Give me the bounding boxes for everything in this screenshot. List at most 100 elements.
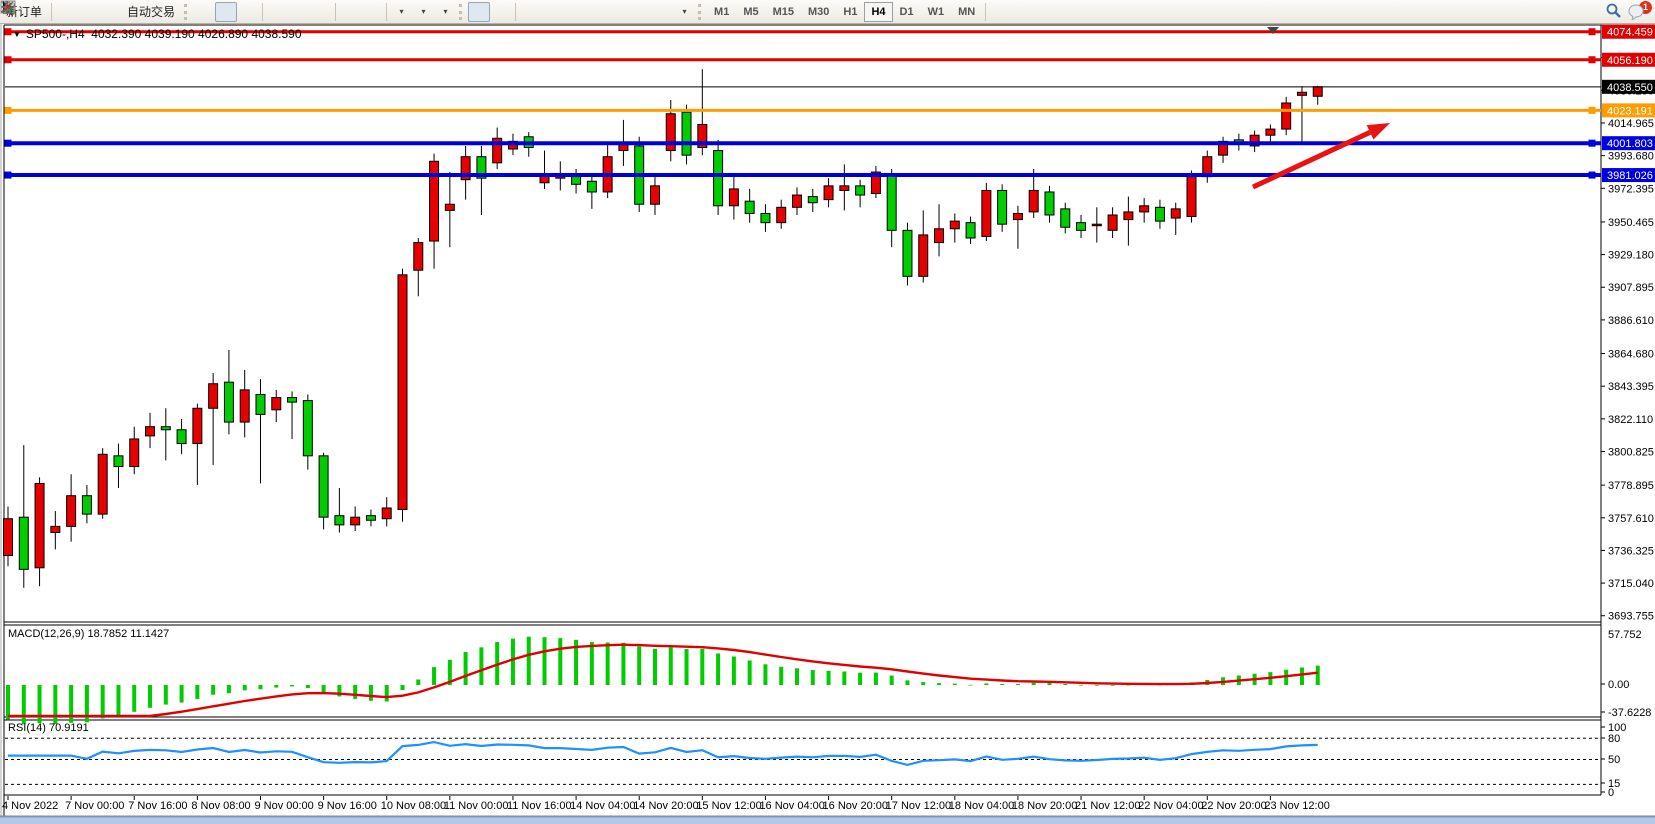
candle-body: [745, 201, 754, 213]
macd-tick-label: 57.752: [1608, 629, 1642, 641]
x-tick-label: 22 Nov 04:00: [1138, 800, 1203, 812]
macd-histogram-bar: [748, 660, 752, 685]
line-handle[interactable]: [5, 107, 12, 114]
macd-histogram-bar: [621, 643, 625, 685]
macd-histogram-bar: [543, 637, 547, 685]
toolbar-grip: [184, 4, 190, 20]
x-tick-label: 16 Nov 04:00: [759, 800, 824, 812]
tf-m5-button[interactable]: M5: [736, 2, 765, 22]
line-handle[interactable]: [1589, 28, 1596, 35]
candle-body: [1266, 129, 1275, 135]
candle-body: [146, 427, 155, 436]
zoom-in-button[interactable]: [266, 2, 288, 22]
x-tick-label: 9 Nov 00:00: [254, 800, 313, 812]
indicator-window-add-button[interactable]: [361, 2, 383, 22]
candle-body: [288, 398, 297, 403]
macd-histogram-bar: [1016, 684, 1020, 685]
profiles-button[interactable]: [77, 2, 99, 22]
line-handle[interactable]: [1589, 172, 1596, 179]
tf-mn-button[interactable]: MN: [951, 2, 982, 22]
horizontal-line-button[interactable]: [541, 2, 563, 22]
line-chart-button[interactable]: [237, 2, 259, 22]
chart-title: ▼ SP500-,H4 4032.390 4039.190 4026.890 4…: [13, 27, 302, 41]
crosshair-button[interactable]: [490, 2, 512, 22]
fibonacci-button[interactable]: F: [607, 2, 629, 22]
tf-m30-button[interactable]: M30: [801, 2, 836, 22]
macd-histogram-bar: [811, 670, 815, 685]
tf-m15-button[interactable]: M15: [766, 2, 801, 22]
candle-body: [303, 401, 312, 456]
line-handle[interactable]: [1589, 140, 1596, 147]
macd-histogram-bar: [795, 668, 799, 685]
x-tick-label: 16 Nov 20:00: [823, 800, 888, 812]
add-indicator-button[interactable]: ▾: [390, 2, 412, 22]
indicator-window-button[interactable]: [339, 2, 361, 22]
line-handle[interactable]: [5, 172, 12, 179]
x-tick-label: 11 Nov 16:00: [507, 800, 572, 812]
tf-w1-button[interactable]: W1: [921, 2, 952, 22]
macd-histogram-bar: [22, 685, 26, 724]
vertical-line-button[interactable]: [519, 2, 541, 22]
bar-chart-button[interactable]: [193, 2, 215, 22]
candle-body: [319, 456, 328, 517]
candle-body: [903, 230, 912, 276]
candle-body: [1108, 215, 1117, 230]
arrows-tool-button[interactable]: ▾: [673, 2, 695, 22]
candle-body: [161, 427, 170, 430]
text-button[interactable]: A: [629, 2, 651, 22]
candle-body: [950, 221, 959, 229]
new-chart-button[interactable]: [55, 2, 77, 22]
periods-button[interactable]: ▾: [412, 2, 434, 22]
macd-histogram-bar: [1063, 684, 1067, 685]
chart-template-button[interactable]: ▾: [434, 2, 456, 22]
autotrading-button[interactable]: 自动交易: [121, 2, 181, 22]
y-tick-label: 3822.110: [1608, 414, 1653, 426]
line-handle[interactable]: [1589, 107, 1596, 114]
candle-body: [1013, 213, 1022, 219]
cursor-button[interactable]: [468, 2, 490, 22]
candle-body: [35, 483, 44, 567]
line-handle[interactable]: [1589, 56, 1596, 63]
candle-body: [1077, 223, 1086, 231]
chart-dropdown-icon[interactable]: ▼: [13, 30, 21, 39]
price-badge-label: 4001.803: [1607, 138, 1653, 150]
search-button[interactable]: [1605, 2, 1627, 22]
macd-histogram-bar: [464, 652, 468, 685]
line-handle[interactable]: [5, 28, 12, 35]
candle-body: [224, 382, 233, 422]
tf-m1-button[interactable]: M1: [707, 2, 736, 22]
channel-button[interactable]: E: [585, 2, 607, 22]
macd-histogram-bar: [653, 649, 657, 685]
macd-histogram-bar: [385, 685, 389, 701]
search-icon: [1605, 2, 1622, 19]
x-tick-label: 23 Nov 12:00: [1264, 800, 1329, 812]
macd-histogram-bar: [953, 684, 957, 685]
x-tick-label: 21 Nov 12:00: [1075, 800, 1140, 812]
line-handle[interactable]: [5, 140, 12, 147]
candle-body: [335, 516, 344, 525]
candle-body: [272, 398, 281, 410]
chat-button[interactable]: 1: [1627, 2, 1649, 22]
tile-windows-button[interactable]: [310, 2, 332, 22]
candle-body: [824, 186, 833, 200]
macd-histogram-bar: [369, 685, 373, 701]
market-watch-button[interactable]: [99, 2, 121, 22]
macd-histogram-bar: [38, 685, 42, 723]
candle-chart-button[interactable]: [215, 2, 237, 22]
candle-body: [398, 275, 407, 510]
zoom-out-button[interactable]: [288, 2, 310, 22]
macd-histogram-bar: [6, 685, 10, 719]
line-handle[interactable]: [5, 56, 12, 63]
candle-body: [256, 394, 265, 414]
tf-d1-button[interactable]: D1: [893, 2, 921, 22]
tf-h4-button[interactable]: H4: [864, 2, 892, 22]
text-label-button[interactable]: T: [651, 2, 673, 22]
tf-h1-button[interactable]: H1: [836, 2, 864, 22]
macd-histogram-bar: [937, 683, 941, 685]
x-tick-label: 4 Nov 2022: [2, 800, 58, 812]
macd-histogram-bar: [1000, 684, 1004, 685]
candle-body: [1297, 92, 1306, 95]
trendline-button[interactable]: [563, 2, 585, 22]
candle-body: [840, 186, 849, 191]
arrows-tool-icon: [0, 0, 15, 15]
